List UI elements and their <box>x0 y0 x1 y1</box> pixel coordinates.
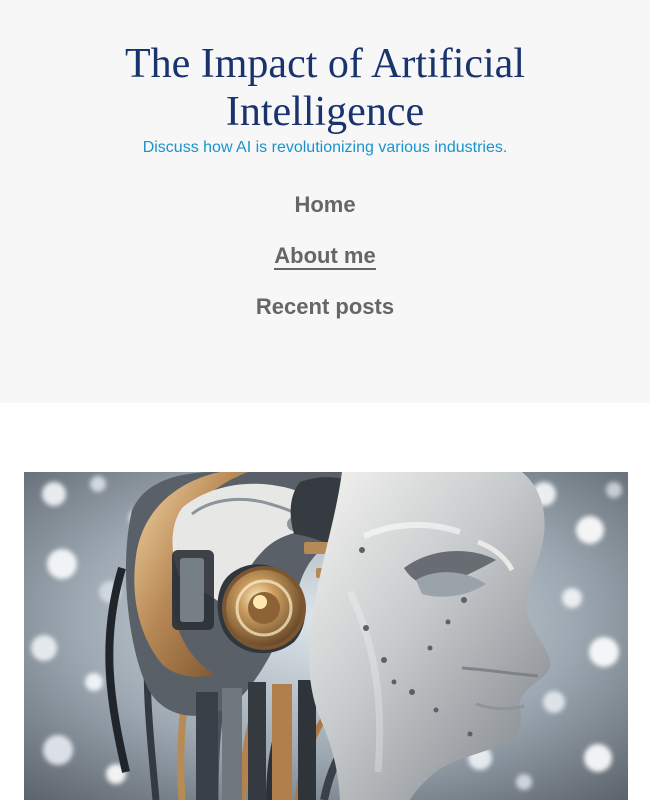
nav-about-me-label: About me <box>274 243 376 270</box>
robot-head-illustration <box>24 472 628 800</box>
nav-recent-posts-link[interactable]: Recent posts <box>175 290 475 324</box>
site-header: The Impact of Artificial Intelligence Di… <box>0 0 650 403</box>
main-navigation: Home About me Recent posts <box>0 185 650 335</box>
nav-about-me-link[interactable]: About me <box>175 239 475 273</box>
site-title: The Impact of Artificial Intelligence <box>124 41 525 135</box>
nav-home-link[interactable]: Home <box>175 188 475 222</box>
ai-robot-head-image <box>24 472 628 800</box>
site-tagline: Discuss how AI is revolutionizing variou… <box>142 139 508 156</box>
